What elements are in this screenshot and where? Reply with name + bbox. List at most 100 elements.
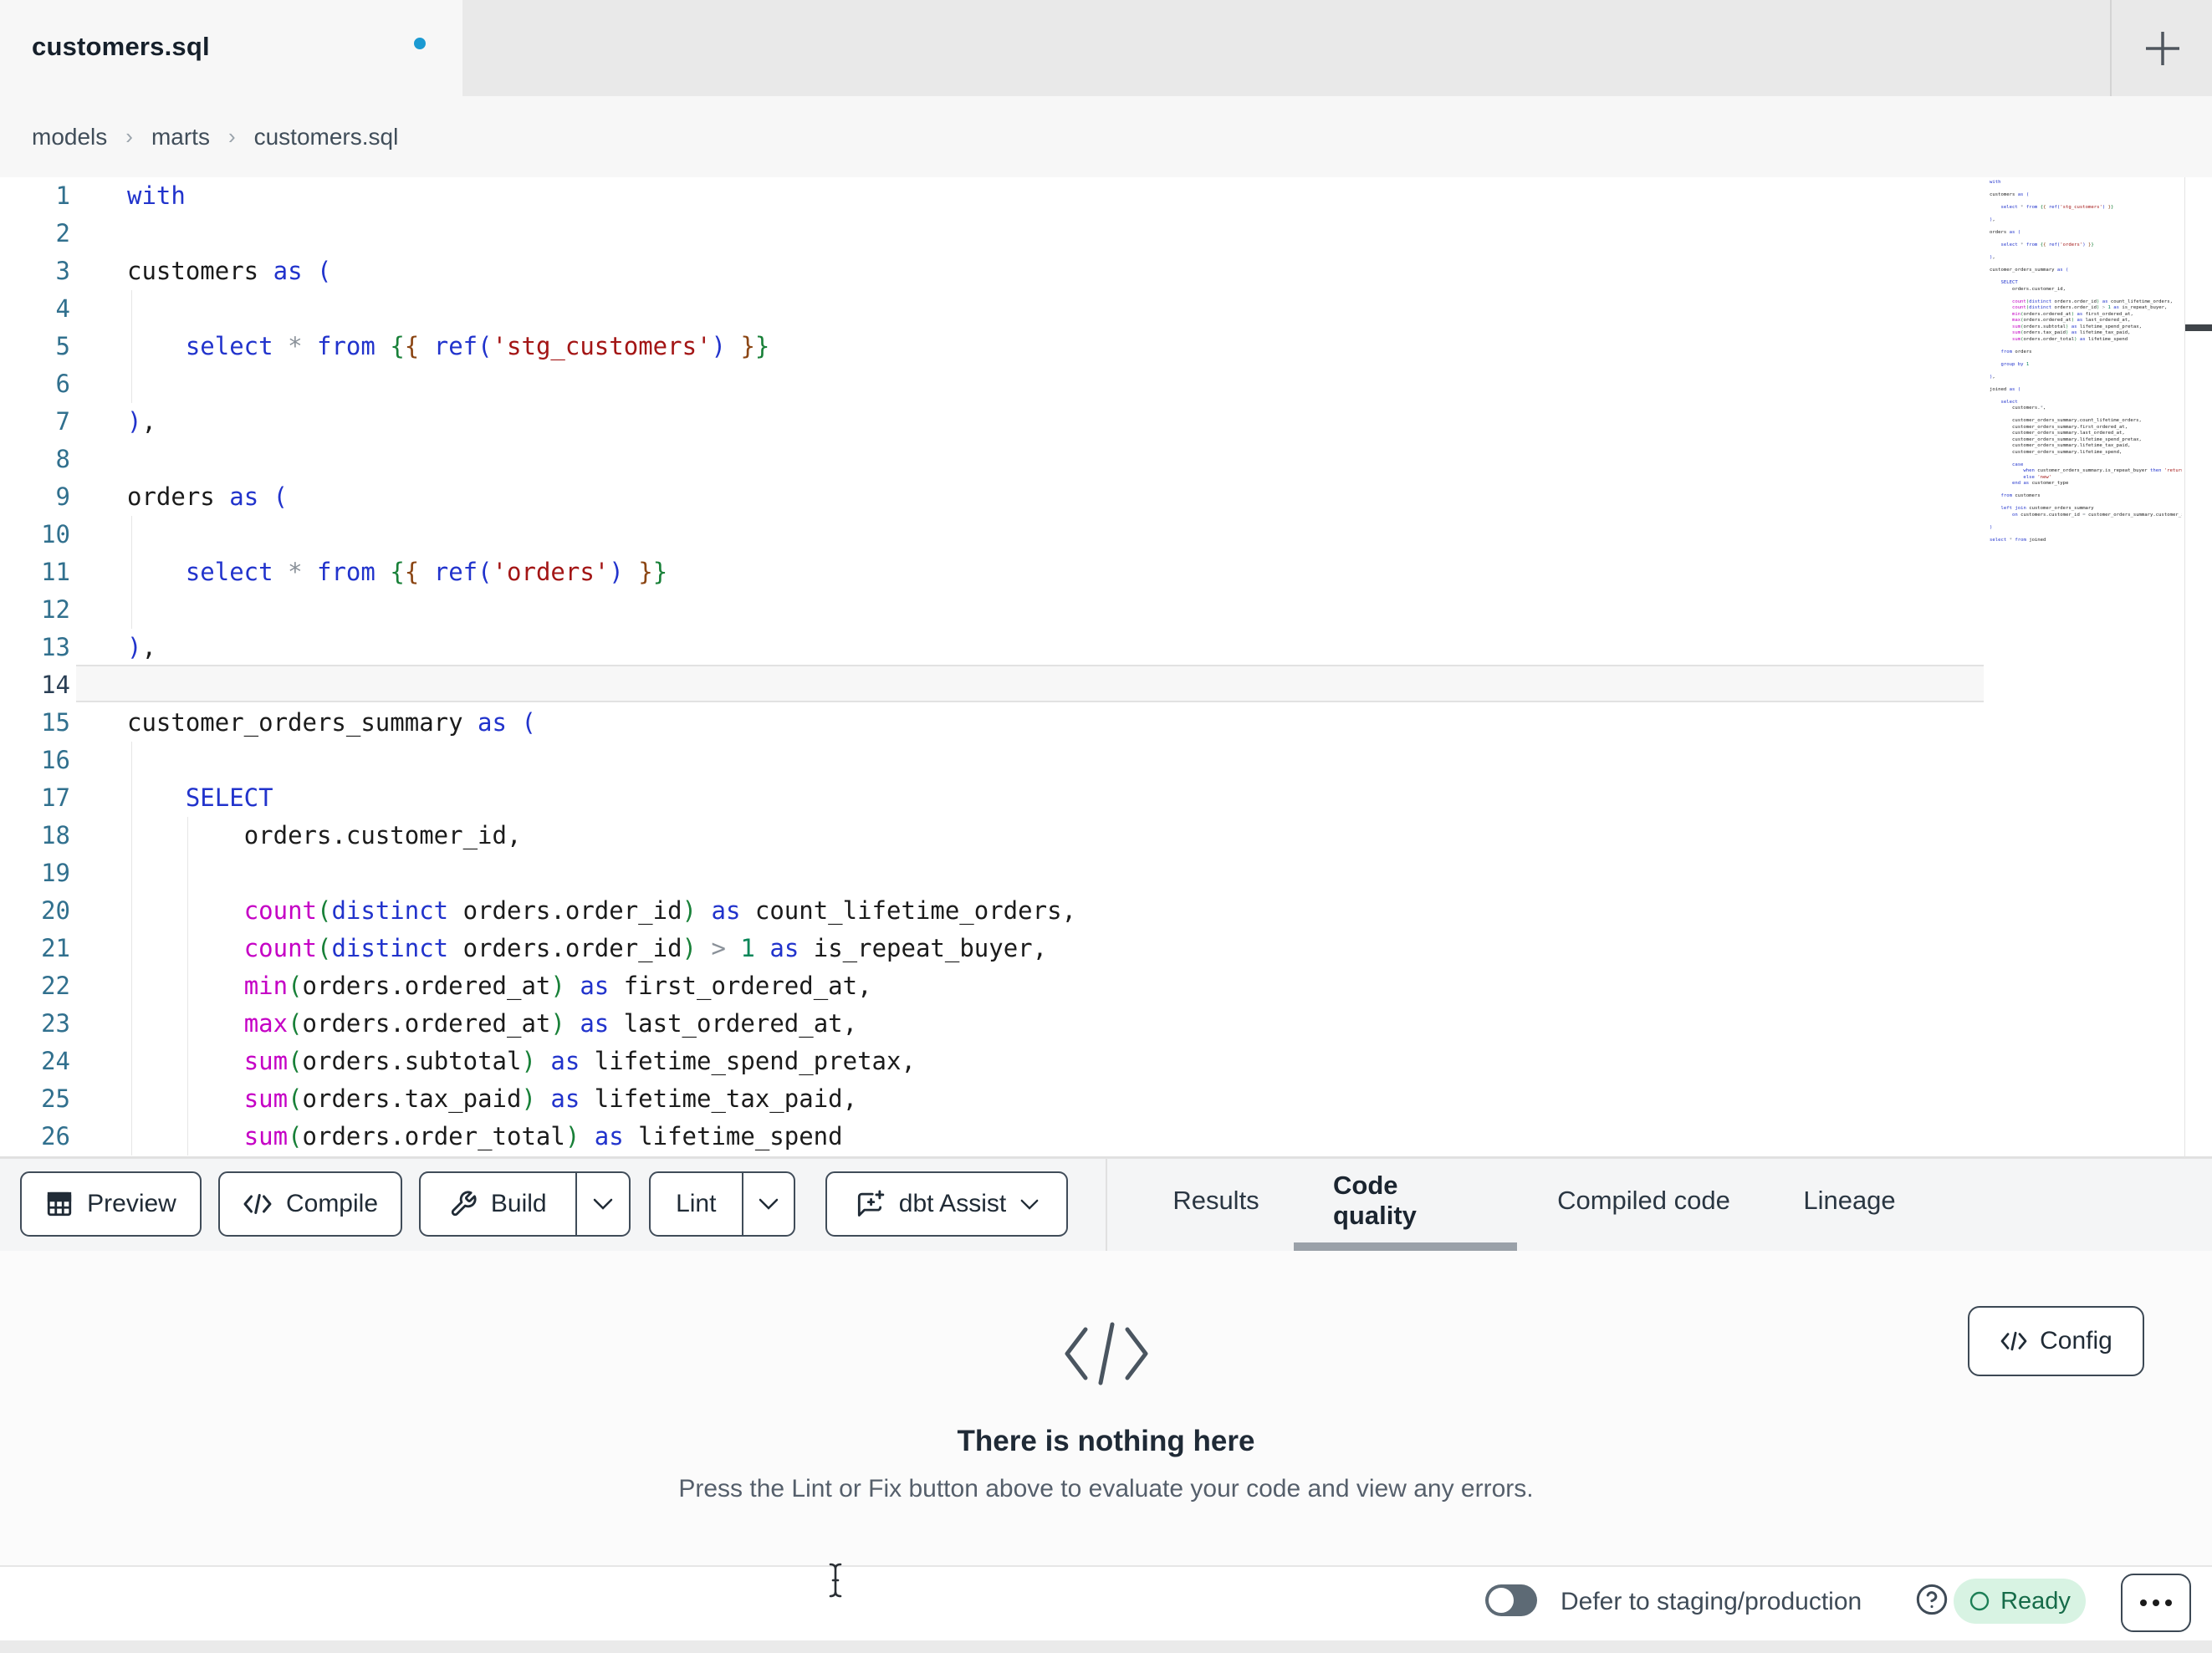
editor-file-tab[interactable]: customers.sql (0, 0, 462, 96)
minimap-line: select * from {{ ref('orders') }} (2000, 242, 2094, 247)
code-line[interactable]: min(orders.ordered_at) as first_ordered_… (127, 967, 1076, 1005)
breadcrumb-item-file[interactable]: customers.sql (254, 124, 399, 151)
lint-dropdown-button[interactable] (743, 1197, 794, 1211)
line-number: 20 (41, 896, 70, 925)
code-line[interactable]: ), (127, 629, 1076, 666)
code-line[interactable]: sum(orders.order_total) as lifetime_spen… (127, 1118, 1076, 1156)
wrench-icon (449, 1190, 478, 1218)
code-line[interactable]: count(distinct orders.order_id) as count… (127, 892, 1076, 930)
tab-compiled-code-label: Compiled code (1557, 1186, 1730, 1215)
code-line[interactable] (127, 516, 1076, 554)
tab-results[interactable]: Results (1169, 1159, 1263, 1242)
code-line[interactable] (127, 742, 1076, 779)
build-dropdown-button[interactable] (577, 1197, 629, 1211)
compile-button[interactable]: Compile (218, 1171, 402, 1237)
code-line[interactable] (127, 290, 1076, 328)
code-line[interactable]: orders as ( (127, 478, 1076, 516)
dbt-assist-button[interactable]: dbt Assist (825, 1171, 1068, 1237)
minimap-line (1990, 380, 2182, 387)
minimap-line (1990, 412, 2182, 419)
code-line[interactable] (127, 591, 1076, 629)
ready-status-label: Ready (2000, 1587, 2071, 1615)
minimap-line: group by 1 (2000, 361, 2030, 367)
minimap-line (1990, 212, 2182, 218)
tab-lineage[interactable]: Lineage (1801, 1159, 1898, 1242)
minimap-line: count(distinct orders.order_id) > 1 as i… (2011, 305, 2168, 310)
tab-lineage-label: Lineage (1803, 1186, 1896, 1215)
code-line[interactable]: sum(orders.subtotal) as lifetime_spend_p… (127, 1043, 1076, 1080)
line-number: 4 (55, 294, 70, 323)
config-button[interactable]: Config (1968, 1306, 2144, 1376)
line-number: 26 (41, 1122, 70, 1150)
code-line[interactable]: with (127, 177, 1076, 215)
new-tab-button[interactable] (2138, 23, 2188, 74)
defer-toggle[interactable] (1485, 1584, 1537, 1616)
breadcrumb-item-models[interactable]: models (32, 124, 107, 151)
more-options-button[interactable] (2121, 1574, 2191, 1632)
code-line[interactable]: select * from {{ ref('stg_customers') }} (127, 328, 1076, 365)
minimap-line: select * from {{ ref('stg_customers') }} (2000, 205, 2114, 210)
code-icon (243, 1191, 273, 1217)
status-bar: Defer to staging/production Ready (0, 1567, 2212, 1640)
line-number: 2 (55, 219, 70, 247)
code-line[interactable]: customers as ( (127, 253, 1076, 290)
tab-code-quality[interactable]: Code quality (1333, 1159, 1481, 1242)
code-line[interactable] (127, 441, 1076, 478)
line-number: 3 (55, 257, 70, 285)
code-line[interactable] (127, 215, 1076, 253)
scrollbar-thumb[interactable] (2185, 324, 2212, 331)
code-lines[interactable]: with customers as ( select * from {{ ref… (127, 177, 1076, 1156)
minimap-line (1990, 274, 2182, 281)
code-line[interactable]: customer_orders_summary as ( (127, 704, 1076, 742)
minimap-line: left join customer_orders_summary (2000, 506, 2094, 511)
tab-bar-divider (2110, 0, 2112, 96)
code-line[interactable]: select * from {{ ref('orders') }} (127, 554, 1076, 591)
empty-state-subtitle: Press the Lint or Fix button above to ev… (678, 1475, 1534, 1502)
line-number: 19 (41, 859, 70, 887)
action-toolbar: Preview Compile Build Lint dbt Assist Re… (0, 1158, 2212, 1252)
code-line[interactable] (127, 666, 1076, 704)
code-line[interactable]: orders.customer_id, (127, 817, 1076, 855)
line-number: 8 (55, 445, 70, 473)
line-number: 23 (41, 1009, 70, 1038)
build-button[interactable]: Build (421, 1190, 575, 1218)
chevron-down-icon (592, 1197, 614, 1211)
minimap-line: ), (1990, 374, 1995, 380)
tab-compiled-code[interactable]: Compiled code (1552, 1159, 1735, 1242)
line-number: 12 (41, 595, 70, 624)
code-line[interactable]: max(orders.ordered_at) as last_ordered_a… (127, 1005, 1076, 1043)
code-line[interactable] (127, 365, 1076, 403)
minimap-line (1990, 355, 2182, 362)
empty-state-title: There is nothing here (957, 1425, 1255, 1457)
preview-button[interactable]: Preview (20, 1171, 202, 1237)
line-number: 17 (41, 783, 70, 812)
line-number-gutter: 1 2 3 4 5 6 7 8 9 10 11 12 13 14 15 16 17 18 19 20 21 22 23 24 2… (0, 177, 70, 1156)
code-line[interactable]: count(distinct orders.order_id) > 1 as i… (127, 930, 1076, 967)
dbt-assist-button-label: dbt Assist (898, 1190, 1007, 1217)
minimap-line: customer_orders_summary as ( (1990, 268, 2069, 273)
minimap-line: select * from joined (1990, 537, 2046, 543)
breadcrumb-separator: › (125, 124, 133, 149)
code-line[interactable]: sum(orders.tax_paid) as lifetime_tax_pai… (127, 1080, 1076, 1118)
chevron-down-icon (758, 1197, 779, 1211)
minimap-line (1990, 249, 2182, 256)
minimap-line (1990, 224, 2182, 231)
breadcrumb-item-marts[interactable]: marts (151, 124, 210, 151)
ready-status-badge[interactable]: Ready (1954, 1579, 2086, 1624)
minimap-line: ), (1990, 255, 1995, 260)
code-line[interactable]: SELECT (127, 779, 1076, 817)
code-line[interactable] (127, 855, 1076, 892)
lint-button[interactable]: Lint (651, 1190, 742, 1218)
minimap[interactable]: with customers as ( select * from {{ ref… (1990, 180, 2182, 543)
help-icon[interactable] (1915, 1583, 1949, 1616)
line-number: 11 (41, 558, 70, 586)
minimap-line: from orders (2000, 349, 2032, 355)
line-number: 15 (41, 708, 70, 737)
code-line[interactable]: ), (127, 403, 1076, 441)
lint-button-label: Lint (676, 1190, 717, 1217)
line-number: 18 (41, 821, 70, 849)
code-editor[interactable]: 1 2 3 4 5 6 7 8 9 10 11 12 13 14 15 16 17 18 19 20 21 22 23 24 2… (0, 177, 2212, 1158)
minimap-line: customer_orders_summary.lifetime_tax_pai… (2011, 443, 2131, 448)
tab-results-label: Results (1172, 1186, 1259, 1215)
assist-sparkle-icon (854, 1188, 886, 1220)
